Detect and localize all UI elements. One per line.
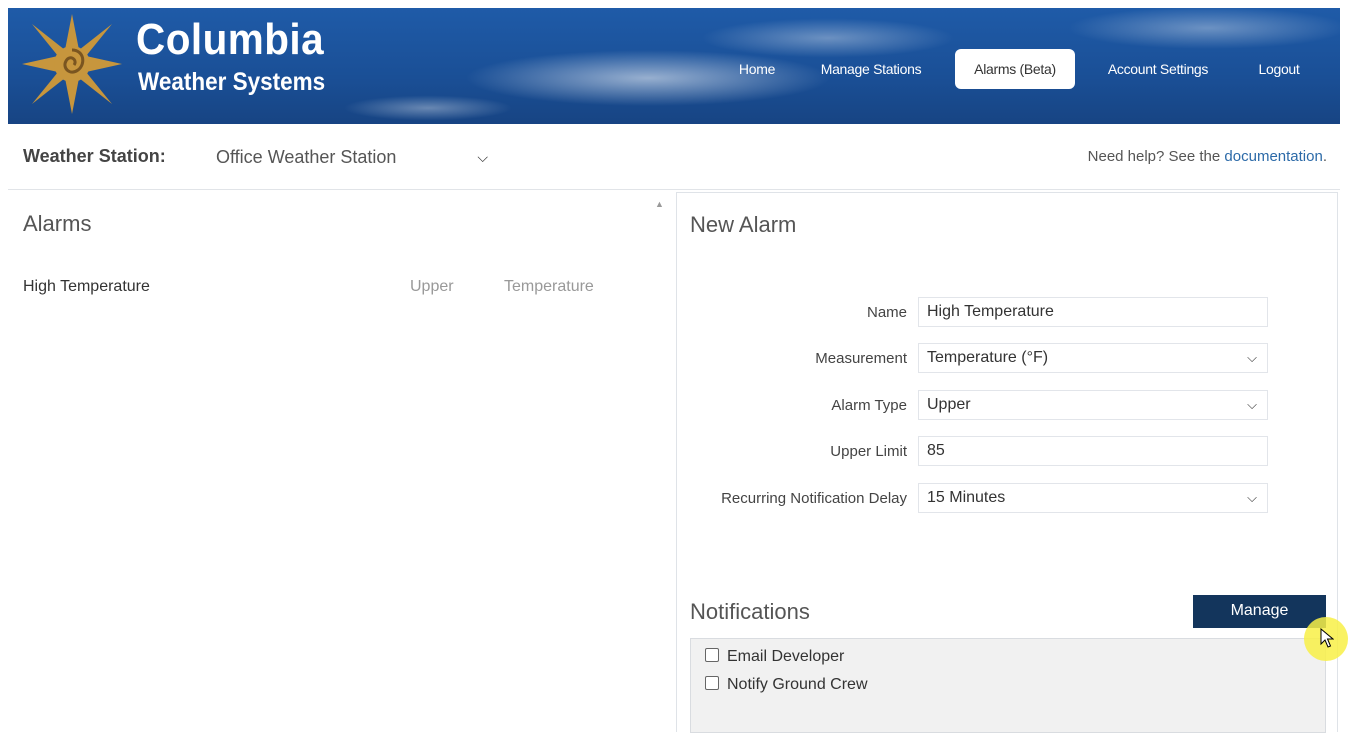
chevron-down-icon: ⌵ (477, 149, 488, 165)
nav-home[interactable]: Home (728, 49, 786, 89)
weather-station-value: Office Weather Station (216, 147, 397, 167)
notification-label: Email Developer (727, 648, 845, 665)
nav-account-settings[interactable]: Account Settings (1096, 49, 1220, 89)
weather-station-select[interactable]: Office Weather Station ⌵ (208, 143, 498, 171)
alarm-measurement: Temperature (504, 278, 594, 295)
notify-ground-crew-checkbox[interactable] (705, 676, 719, 690)
nav-alarms-beta[interactable]: Alarms (Beta) (955, 49, 1075, 89)
alarms-title: Alarms (23, 211, 92, 236)
alarm-type-label: Alarm Type (831, 397, 907, 414)
chevron-down-icon: ⌵ (1247, 350, 1257, 365)
sun-star-logo-icon (22, 14, 122, 114)
help-text: Need help? See the documentation. (1088, 148, 1327, 165)
help-prefix: Need help? See the (1087, 148, 1225, 165)
chevron-down-icon: ⌵ (1247, 490, 1257, 505)
chevron-down-icon: ⌵ (1247, 397, 1257, 412)
alarm-name: High Temperature (23, 278, 150, 295)
documentation-link[interactable]: documentation (1224, 148, 1322, 165)
measurement-value: Temperature (°F) (927, 349, 1049, 366)
header-banner: Columbia Weather Systems Home Manage Sta… (8, 8, 1340, 124)
name-input[interactable]: High Temperature (918, 297, 1268, 327)
delay-value: 15 Minutes (927, 489, 1006, 506)
alarm-list-item[interactable]: High Temperature Upper Temperature (23, 278, 643, 300)
delay-select[interactable]: 15 Minutes ⌵ (918, 483, 1268, 513)
notification-label: Notify Ground Crew (727, 676, 868, 693)
alarm-type: Upper (410, 278, 454, 295)
alarm-type-select[interactable]: Upper ⌵ (918, 390, 1268, 420)
nav-manage-stations[interactable]: Manage Stations (808, 49, 934, 89)
brand-subtitle: Weather Systems (138, 68, 326, 96)
divider (8, 189, 1340, 190)
new-alarm-title: New Alarm (690, 212, 797, 237)
measurement-label: Measurement (815, 350, 907, 367)
upper-limit-input[interactable]: 85 (918, 436, 1268, 466)
notification-item-notify-ground-crew[interactable]: Notify Ground Crew (705, 676, 868, 694)
scroll-up-arrow-icon[interactable]: ▲ (655, 199, 664, 209)
manage-button[interactable]: Manage (1193, 595, 1326, 628)
nav-logout[interactable]: Logout (1248, 49, 1310, 89)
mouse-pointer-icon (1320, 628, 1334, 648)
help-suffix: . (1322, 148, 1327, 165)
brand-name: Columbia (136, 15, 325, 64)
upper-limit-label: Upper Limit (830, 443, 907, 460)
weather-station-label: Weather Station: (23, 146, 166, 166)
alarm-type-value: Upper (927, 396, 971, 413)
name-label: Name (866, 304, 907, 321)
notification-item-email-developer[interactable]: Email Developer (705, 648, 844, 666)
notifications-title: Notifications (690, 599, 810, 624)
email-developer-checkbox[interactable] (705, 648, 719, 662)
delay-label: Recurring Notification Delay (721, 490, 907, 507)
measurement-select[interactable]: Temperature (°F) ⌵ (918, 343, 1268, 373)
